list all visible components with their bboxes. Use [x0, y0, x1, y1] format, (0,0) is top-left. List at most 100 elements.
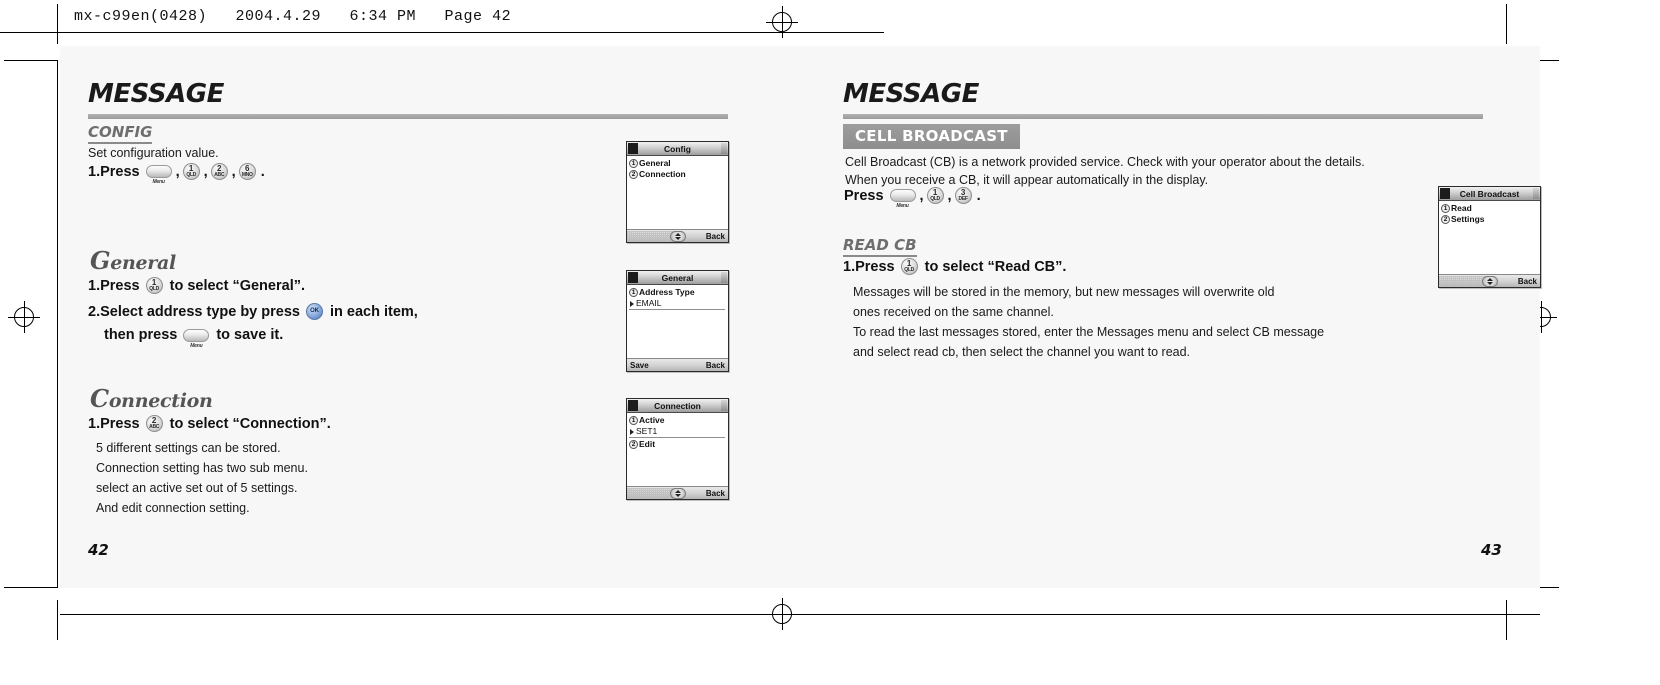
page-title-right: MESSAGE	[843, 79, 979, 109]
page-title-left: MESSAGE	[88, 79, 224, 109]
menu-item-settings[interactable]: 2 Settings	[1440, 214, 1540, 225]
general-head-rest: eneral	[110, 252, 176, 274]
menu-item-value: SET1	[636, 426, 658, 436]
softkey-right-label[interactable]: Back	[706, 361, 725, 370]
menu-item-address-type[interactable]: 1 Address Type	[628, 287, 728, 298]
title-rule-left	[88, 114, 728, 119]
menu-key-icon: Menu	[145, 165, 172, 185]
period-1: .	[260, 163, 265, 180]
menu-item-label: Read	[1451, 203, 1472, 213]
phone-screen-title-bar: Cell Broadcast	[1439, 187, 1540, 201]
section-heading-read-cb: READ CB	[843, 236, 917, 257]
menu-key-label: Menu	[190, 342, 203, 349]
selection-arrow-icon	[630, 300, 634, 307]
menu-item-value-email[interactable]: EMAIL	[629, 298, 725, 310]
navigation-key-icon[interactable]	[669, 488, 686, 499]
scrollbar-thumb[interactable]	[721, 143, 727, 154]
navigation-key-icon[interactable]	[1481, 276, 1498, 287]
section-heading-cell-broadcast: CELL BROADCAST	[843, 124, 1020, 149]
page-number-right: 43	[1481, 541, 1502, 559]
menu-item-active[interactable]: 1 Active	[628, 415, 728, 426]
menu-key-label: Menu	[896, 203, 909, 209]
section-heading-config: CONFIG	[88, 123, 153, 144]
phone-screen-title-bar: Config	[627, 142, 728, 156]
softkey-left-label[interactable]: Save	[630, 361, 649, 370]
menu-item-general[interactable]: 1 General	[628, 158, 728, 169]
read-cb-note-2: ones received on the same channel.	[853, 305, 1054, 319]
config-intro: Set configuration value.	[88, 146, 219, 160]
general-step-1: 1.Press 1 QLD to select “General”.	[88, 277, 305, 294]
key-1-icon: 1 QLD	[182, 163, 200, 180]
connection-note-1: 5 different settings can be stored.	[96, 441, 281, 455]
period-1: .	[976, 187, 981, 204]
navigation-key-icon[interactable]	[669, 231, 686, 242]
registration-mark-bottom	[766, 598, 798, 630]
menu-item-edit[interactable]: 2 Edit	[628, 439, 728, 450]
item-number-badge: 1	[629, 416, 638, 425]
signal-block-icon	[628, 272, 638, 283]
key-1-icon: 1 QLD	[900, 258, 918, 275]
registration-mark-top	[766, 6, 798, 38]
menu-item-value-set1[interactable]: SET1	[629, 426, 725, 438]
key-2-sub: ABC	[149, 424, 160, 430]
key-2-icon: 2 ABC	[210, 163, 228, 180]
key-6-sub: MNO	[241, 172, 253, 178]
phone-screen-body: 1 Active SET1 2 Edit	[627, 413, 728, 487]
phone-screen-body: 1 Address Type EMAIL	[627, 285, 728, 359]
phone-screen-connection: Connection 1 Active SET1 2 Edit Back	[626, 398, 729, 500]
menu-item-label: Address Type	[639, 287, 695, 297]
crop-mark-bottom-rule	[60, 614, 1540, 615]
crop-mark-top-right-v	[1506, 4, 1507, 44]
read-cb-step1-suffix: to select “Read CB”.	[924, 258, 1067, 275]
signal-block-icon	[628, 400, 638, 411]
connection-note-2: Connection setting has two sub menu.	[96, 461, 308, 475]
read-cb-step-1: 1.Press 1 QLD to select “Read CB”.	[843, 258, 1066, 275]
general-step2-line2-prefix: then press	[104, 327, 178, 343]
softkey-right-label[interactable]: Back	[706, 489, 725, 498]
crop-mark-bottom-v-r	[1506, 600, 1507, 640]
menu-item-connection[interactable]: 2 Connection	[628, 169, 728, 180]
phone-screen-title-bar: General	[627, 271, 728, 285]
menu-item-label: General	[639, 158, 671, 168]
item-number-badge: 1	[629, 159, 638, 168]
key-1-sub: QLD	[186, 172, 196, 178]
manual-page-spread: mx-c99en(0428) 2004.4.29 6:34 PM Page 42…	[0, 0, 1660, 685]
connection-head-cap: C	[90, 384, 109, 413]
comma-3: ,	[231, 163, 236, 180]
menu-item-read[interactable]: 1 Read	[1440, 203, 1540, 214]
phone-screen-title-bar: Connection	[627, 399, 728, 413]
comma-2: ,	[947, 187, 952, 204]
read-cb-note-3: To read the last messages stored, enter …	[853, 325, 1325, 339]
menu-item-value: EMAIL	[636, 298, 662, 308]
item-number-badge: 1	[1441, 204, 1450, 213]
key-1-sub: QLD	[149, 286, 159, 292]
key-1-icon: 1 QLD	[926, 187, 944, 204]
connection-step1-prefix: 1.Press	[88, 415, 140, 432]
crop-mark-top-rule	[0, 32, 884, 33]
scrollbar-thumb[interactable]	[1533, 188, 1539, 199]
scrollbar-thumb[interactable]	[721, 272, 727, 283]
read-cb-note-1: Messages will be stored in the memory, b…	[853, 285, 1275, 299]
phone-screen-config: Config 1 General 2 Connection Back	[626, 141, 729, 243]
general-step2-prefix: 2.Select address type by press	[88, 303, 300, 320]
general-step2-line2-suffix: to save it.	[216, 327, 284, 343]
left-page: MESSAGE CONFIG Set configuration value. …	[60, 46, 800, 588]
general-step1-prefix: 1.Press	[88, 277, 140, 294]
phone-screen-body: 1 General 2 Connection	[627, 156, 728, 230]
key-2-sub: ABC	[214, 172, 225, 178]
key-1-sub: QLD	[904, 267, 914, 273]
connection-step1-suffix: to select “Connection”.	[169, 415, 331, 432]
scrollbar-thumb[interactable]	[721, 400, 727, 411]
connection-note-4: And edit connection setting.	[96, 501, 250, 515]
menu-key-icon: Menu	[889, 189, 916, 209]
menu-item-label: Active	[639, 415, 665, 425]
softkey-right-label[interactable]: Back	[706, 232, 725, 241]
crop-mark-left-h2	[4, 587, 58, 588]
phone-softkey-bar: Back	[627, 229, 728, 242]
ok-key-label: OK	[310, 308, 319, 314]
crop-mark-left-v	[57, 60, 58, 588]
menu-item-label: Settings	[1451, 214, 1485, 224]
softkey-right-label[interactable]: Back	[1518, 277, 1537, 286]
config-step1-prefix: 1.Press	[88, 163, 140, 180]
press-prefix: Press	[844, 187, 884, 204]
